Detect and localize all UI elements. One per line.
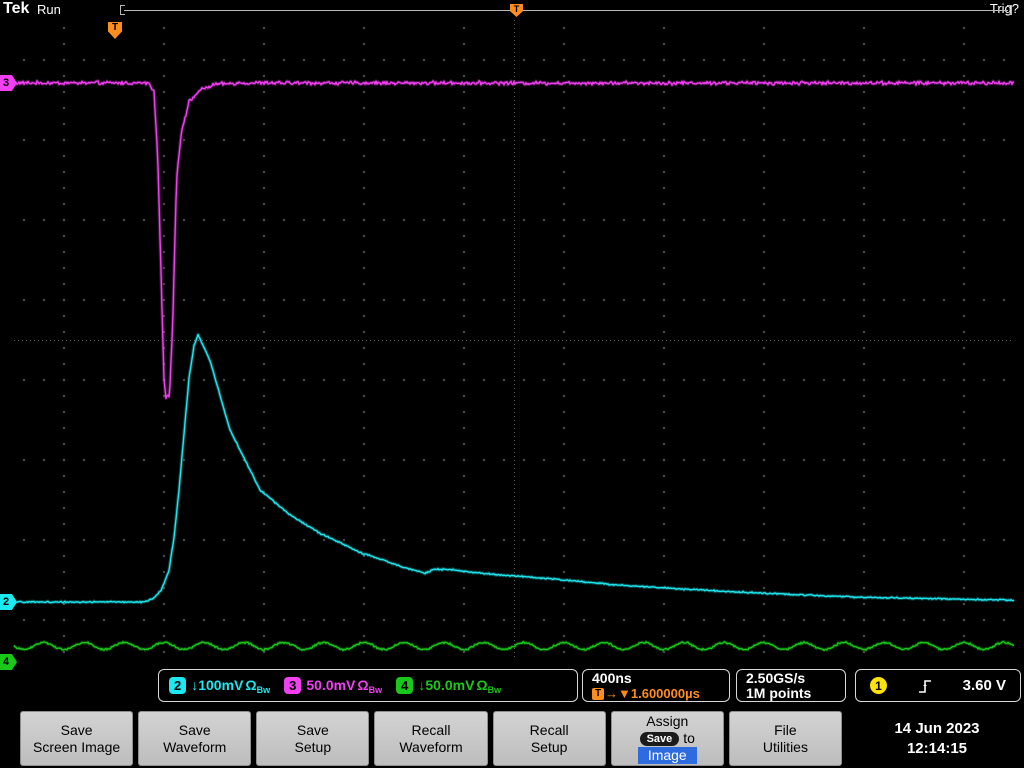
button-label: Recall	[412, 722, 451, 739]
record-view-bar: T	[120, 4, 1012, 18]
horizontal-readout-box[interactable]: 400ns T →▼ 1.600000µs	[582, 669, 730, 702]
oscilloscope-screen: Tek Run Trig? T T 3 2 4 2 ↓100mV Ω Bw 3 …	[0, 0, 1024, 768]
center-horizontal-gridline	[14, 340, 1014, 341]
button-label: Setup	[295, 739, 332, 756]
delay-value: 1.600000µs	[631, 686, 700, 701]
ch3-scale: 50.0mV	[306, 677, 355, 693]
trigger-rising-edge-icon	[917, 677, 933, 695]
button-label: Waveform	[399, 739, 462, 756]
ch4-bandwidth: Bw	[488, 685, 502, 695]
record-line	[124, 10, 1008, 11]
date-text: 14 Jun 2023	[894, 720, 979, 737]
button-label: Utilities	[763, 739, 808, 756]
graticule	[14, 20, 1014, 660]
save-screen-image-button[interactable]: Save Screen Image	[20, 711, 133, 766]
ch2-badge: 2	[169, 677, 186, 694]
horizontal-scale: 400ns	[592, 671, 729, 686]
button-label: Setup	[531, 739, 568, 756]
trigger-level: 3.60 V	[963, 677, 1006, 694]
ch4-badge: 4	[396, 677, 413, 694]
ch2-coupling: Ω	[245, 677, 256, 693]
save-waveform-button[interactable]: Save Waveform	[138, 711, 251, 766]
button-label: Waveform	[163, 739, 226, 756]
assign-save-to-row: Save to	[640, 730, 695, 747]
acquisition-status: Run	[37, 2, 61, 17]
horizontal-delay: T →▼ 1.600000µs	[592, 686, 729, 701]
button-label: Save	[297, 722, 329, 739]
ch3-coupling: Ω	[357, 677, 368, 693]
ch2-scale: ↓100mV	[191, 677, 243, 693]
record-right-bracket	[1007, 5, 1012, 15]
assign-target-image: Image	[638, 747, 697, 764]
delay-arrow-icon: →▼	[605, 686, 631, 701]
assign-save-button[interactable]: Assign Save to Image	[611, 711, 724, 766]
trigger-source-badge: 1	[870, 677, 887, 694]
bottom-menu: Save Screen Image Save Waveform Save Set…	[20, 711, 842, 766]
file-utilities-button[interactable]: File Utilities	[729, 711, 842, 766]
button-label: Assign	[646, 713, 688, 730]
ch3-badge: 3	[284, 677, 301, 694]
recall-waveform-button[interactable]: Recall Waveform	[374, 711, 487, 766]
save-setup-button[interactable]: Save Setup	[256, 711, 369, 766]
channel-readouts-box[interactable]: 2 ↓100mV Ω Bw 3 50.0mV Ω Bw 4 ↓50.0mV Ω …	[158, 669, 578, 702]
record-length: 1M points	[746, 686, 845, 701]
button-label: Recall	[530, 722, 569, 739]
ch2-bandwidth: Bw	[257, 685, 271, 695]
button-label: Screen Image	[33, 739, 120, 756]
time-text: 12:14:15	[907, 740, 967, 757]
button-label: Save	[61, 722, 93, 739]
datetime-display: 14 Jun 2023 12:14:15	[850, 711, 1024, 766]
ch2-readout[interactable]: 2 ↓100mV Ω Bw	[169, 677, 270, 694]
record-trigger-icon: T	[510, 4, 523, 17]
save-key-badge: Save	[640, 732, 680, 746]
trigger-readout-box[interactable]: 1 3.60 V	[855, 669, 1021, 702]
button-label: to	[683, 730, 695, 747]
ch4-readout[interactable]: 4 ↓50.0mV Ω Bw	[396, 677, 501, 694]
tek-logo: Tek	[3, 0, 29, 18]
ch4-scale: ↓50.0mV	[418, 677, 474, 693]
sample-rate: 2.50GS/s	[746, 671, 845, 686]
button-label: File	[774, 722, 797, 739]
acquisition-readout-box[interactable]: 2.50GS/s 1M points	[736, 669, 846, 702]
delay-trigger-icon: T	[592, 688, 604, 700]
ch4-coupling: Ω	[476, 677, 487, 693]
ch3-bandwidth: Bw	[369, 685, 383, 695]
ch3-readout[interactable]: 3 50.0mV Ω Bw	[284, 677, 382, 694]
recall-setup-button[interactable]: Recall Setup	[493, 711, 606, 766]
button-label: Save	[179, 722, 211, 739]
